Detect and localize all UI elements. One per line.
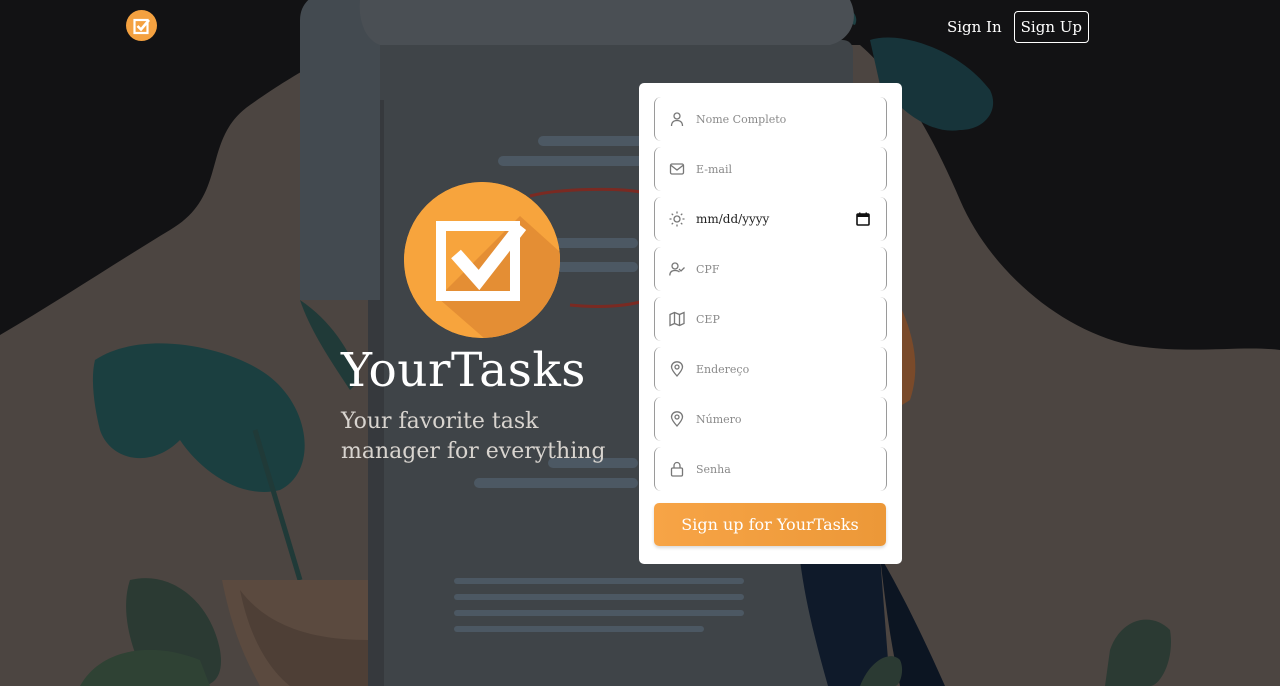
map-pin-icon	[670, 411, 684, 427]
signup-form: mm/dd/yyyy Sign up for YourTasks	[639, 83, 902, 564]
logo-icon[interactable]	[126, 10, 157, 41]
brand-logo-icon	[404, 182, 560, 338]
sign-in-link[interactable]: Sign In	[947, 18, 1002, 36]
birthdate-value: mm/dd/yyyy	[696, 212, 770, 226]
map-pin-icon	[670, 361, 684, 377]
map-icon	[669, 311, 685, 327]
brand-tagline: Your favorite task manager for everythin…	[341, 409, 606, 464]
cep-input[interactable]	[655, 297, 886, 341]
cpf-field	[654, 247, 887, 291]
password-input[interactable]	[655, 447, 886, 491]
full-name-field	[654, 97, 887, 141]
signup-submit-button[interactable]: Sign up for YourTasks	[654, 503, 886, 546]
password-field	[654, 447, 887, 491]
cpf-input[interactable]	[655, 247, 886, 291]
email-input[interactable]	[655, 147, 886, 191]
sign-up-button[interactable]: Sign Up	[1013, 11, 1089, 43]
cep-field	[654, 297, 887, 341]
user-check-icon	[669, 262, 685, 276]
number-input[interactable]	[655, 397, 886, 441]
address-input[interactable]	[655, 347, 886, 391]
number-field	[654, 397, 887, 441]
calendar-icon[interactable]	[856, 212, 870, 226]
lock-icon	[670, 461, 684, 477]
brand-title: YourTasks	[341, 343, 586, 398]
address-field	[654, 347, 887, 391]
mail-icon	[669, 163, 685, 175]
birthdate-field[interactable]: mm/dd/yyyy	[654, 197, 887, 241]
email-field	[654, 147, 887, 191]
full-name-input[interactable]	[655, 97, 886, 141]
top-nav: Sign In Sign Up	[947, 11, 1089, 43]
user-icon	[670, 112, 684, 127]
sun-icon	[669, 211, 685, 227]
